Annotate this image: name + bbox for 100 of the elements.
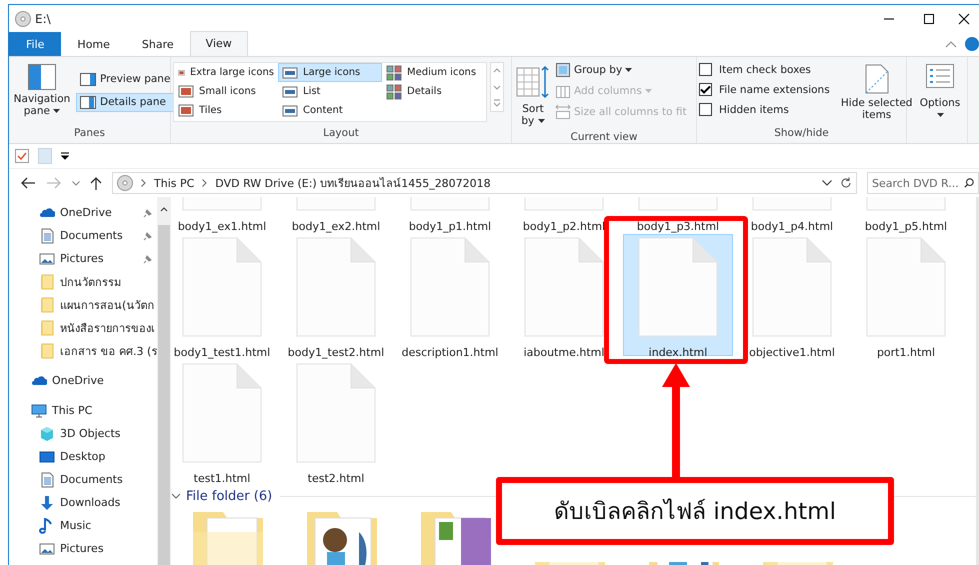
blank-file-icon bbox=[524, 237, 604, 337]
computer-icon bbox=[31, 402, 47, 418]
file-item[interactable]: test2.html bbox=[281, 360, 391, 482]
blank-file-icon bbox=[296, 363, 376, 463]
pane-button[interactable]: Details pane bbox=[76, 92, 174, 112]
file-item[interactable]: port1.html bbox=[851, 234, 961, 356]
page-icon bbox=[864, 64, 889, 94]
chevron-down-icon bbox=[171, 491, 181, 501]
collapse-ribbon-icon[interactable] bbox=[945, 40, 957, 48]
view-option[interactable]: List bbox=[278, 82, 382, 101]
blank-file-icon bbox=[638, 237, 718, 337]
nav-item[interactable]: ปกนวัตกรรม bbox=[60, 272, 121, 290]
nav-item[interactable]: แผนการสอน(นวัตก bbox=[60, 296, 154, 314]
blank-file-icon bbox=[410, 237, 490, 337]
picture-icon bbox=[39, 540, 55, 556]
help-icon[interactable] bbox=[965, 37, 979, 51]
nav-item[interactable]: Music bbox=[60, 519, 92, 532]
breadcrumb[interactable]: DVD RW Drive (E:) บทเรียนออนไลน์1455_28072018 bbox=[215, 174, 491, 192]
nav-item[interactable]: Pictures bbox=[60, 542, 104, 555]
picture-icon bbox=[39, 250, 55, 266]
ribbon-tab[interactable]: Home bbox=[61, 32, 126, 56]
document-icon bbox=[39, 228, 55, 244]
window-title: E:\ bbox=[35, 12, 51, 26]
column-icon bbox=[555, 62, 571, 78]
view-icon bbox=[282, 102, 298, 118]
nav-item[interactable]: Pictures bbox=[60, 252, 104, 265]
column-icon bbox=[555, 104, 571, 120]
nav-item[interactable]: This PC bbox=[52, 404, 92, 417]
gallery-scroll-icon[interactable] bbox=[490, 62, 504, 112]
view-icon bbox=[386, 84, 402, 100]
file-item[interactable]: objective1.html bbox=[737, 234, 847, 356]
checkbox-label: Hidden items bbox=[719, 104, 789, 116]
caret-icon bbox=[625, 68, 632, 72]
view-command[interactable]: Group by bbox=[555, 62, 687, 78]
checkbox[interactable] bbox=[699, 83, 712, 96]
scrollbar-icon[interactable] bbox=[157, 197, 172, 565]
view-option[interactable]: Details bbox=[382, 82, 486, 101]
ribbon-tab[interactable]: Share bbox=[126, 32, 190, 56]
view-option[interactable]: Large icons bbox=[278, 63, 382, 82]
nav-item[interactable]: OneDrive bbox=[52, 374, 104, 387]
blank-file-icon bbox=[752, 237, 832, 337]
pane-layout-icon bbox=[28, 64, 56, 90]
nav-item[interactable]: Documents bbox=[60, 473, 123, 486]
disc-icon bbox=[15, 10, 31, 26]
callout-text: ดับเบิลคลิกไฟล์ index.html bbox=[496, 477, 894, 545]
view-icon bbox=[386, 64, 402, 80]
group-label: Layout bbox=[322, 127, 360, 141]
cube-icon bbox=[39, 426, 55, 442]
blank-file-icon bbox=[182, 363, 262, 463]
breadcrumb[interactable]: This PC bbox=[154, 176, 194, 190]
nav-item[interactable]: เอกสาร ขอ คศ.3 (ร bbox=[60, 342, 158, 360]
caret-icon bbox=[538, 119, 545, 124]
recent-locations-icon[interactable] bbox=[72, 180, 80, 186]
file-item[interactable]: test1.html bbox=[167, 360, 277, 482]
refresh-icon[interactable] bbox=[840, 177, 852, 189]
search-box[interactable]: Search DVD R... bbox=[867, 172, 979, 194]
view-option[interactable]: Extra large icons bbox=[174, 63, 278, 82]
customize-icon[interactable] bbox=[61, 152, 69, 160]
ribbon-tab[interactable]: File bbox=[9, 32, 62, 56]
dropdown-chevron-icon[interactable] bbox=[822, 180, 832, 186]
checkbox[interactable] bbox=[699, 63, 712, 76]
up-arrow-icon[interactable] bbox=[90, 176, 102, 190]
blank-file-icon bbox=[866, 237, 946, 337]
group-label: Current view bbox=[570, 131, 638, 143]
document-icon bbox=[39, 472, 55, 488]
pane-icon bbox=[80, 72, 96, 86]
chevron-icon bbox=[141, 179, 146, 187]
address-bar[interactable]: This PC DVD RW Drive (E:) บทเรียนออนไลน์1455_28072018 bbox=[112, 172, 857, 194]
back-arrow-icon[interactable] bbox=[20, 176, 36, 190]
caret-icon bbox=[644, 89, 652, 93]
column-icon bbox=[555, 83, 571, 99]
view-option[interactable]: Tiles bbox=[174, 101, 278, 120]
view-icon bbox=[282, 84, 298, 100]
group-label: Panes bbox=[73, 127, 106, 141]
checkbox-label: File name extensions bbox=[719, 84, 830, 96]
properties-icon[interactable] bbox=[15, 149, 29, 163]
view-icon bbox=[178, 84, 194, 100]
nav-item[interactable]: Documents bbox=[60, 229, 123, 242]
navigation-pane-button[interactable]: Navigation pane bbox=[11, 60, 73, 127]
file-item[interactable]: iaboutme.html bbox=[509, 234, 619, 356]
checkbox[interactable] bbox=[699, 103, 712, 116]
nav-item[interactable]: หนังสือรายการของเ bbox=[60, 318, 155, 336]
nav-item[interactable]: OneDrive bbox=[60, 206, 112, 219]
view-option[interactable]: Small icons bbox=[174, 82, 278, 101]
disc-icon bbox=[117, 175, 133, 191]
file-item[interactable]: index.html bbox=[623, 234, 733, 356]
file-item[interactable]: description1.html bbox=[395, 234, 505, 356]
ribbon-tab[interactable]: View bbox=[190, 31, 248, 56]
nav-item[interactable]: Downloads bbox=[60, 496, 120, 509]
search-icon bbox=[964, 177, 974, 189]
down-arrow-icon bbox=[39, 494, 55, 510]
sort-by-button[interactable]: Sort by bbox=[514, 60, 552, 131]
blank-file-icon bbox=[182, 237, 262, 337]
nav-item[interactable]: Desktop bbox=[60, 450, 106, 463]
view-icon bbox=[178, 102, 194, 118]
view-option[interactable]: Content bbox=[278, 101, 382, 120]
nav-item[interactable]: 3D Objects bbox=[60, 427, 121, 440]
group-header[interactable]: File folder (6) bbox=[171, 488, 272, 504]
view-option[interactable]: Medium icons bbox=[382, 63, 486, 82]
pane-button[interactable]: Preview pane bbox=[76, 70, 174, 88]
